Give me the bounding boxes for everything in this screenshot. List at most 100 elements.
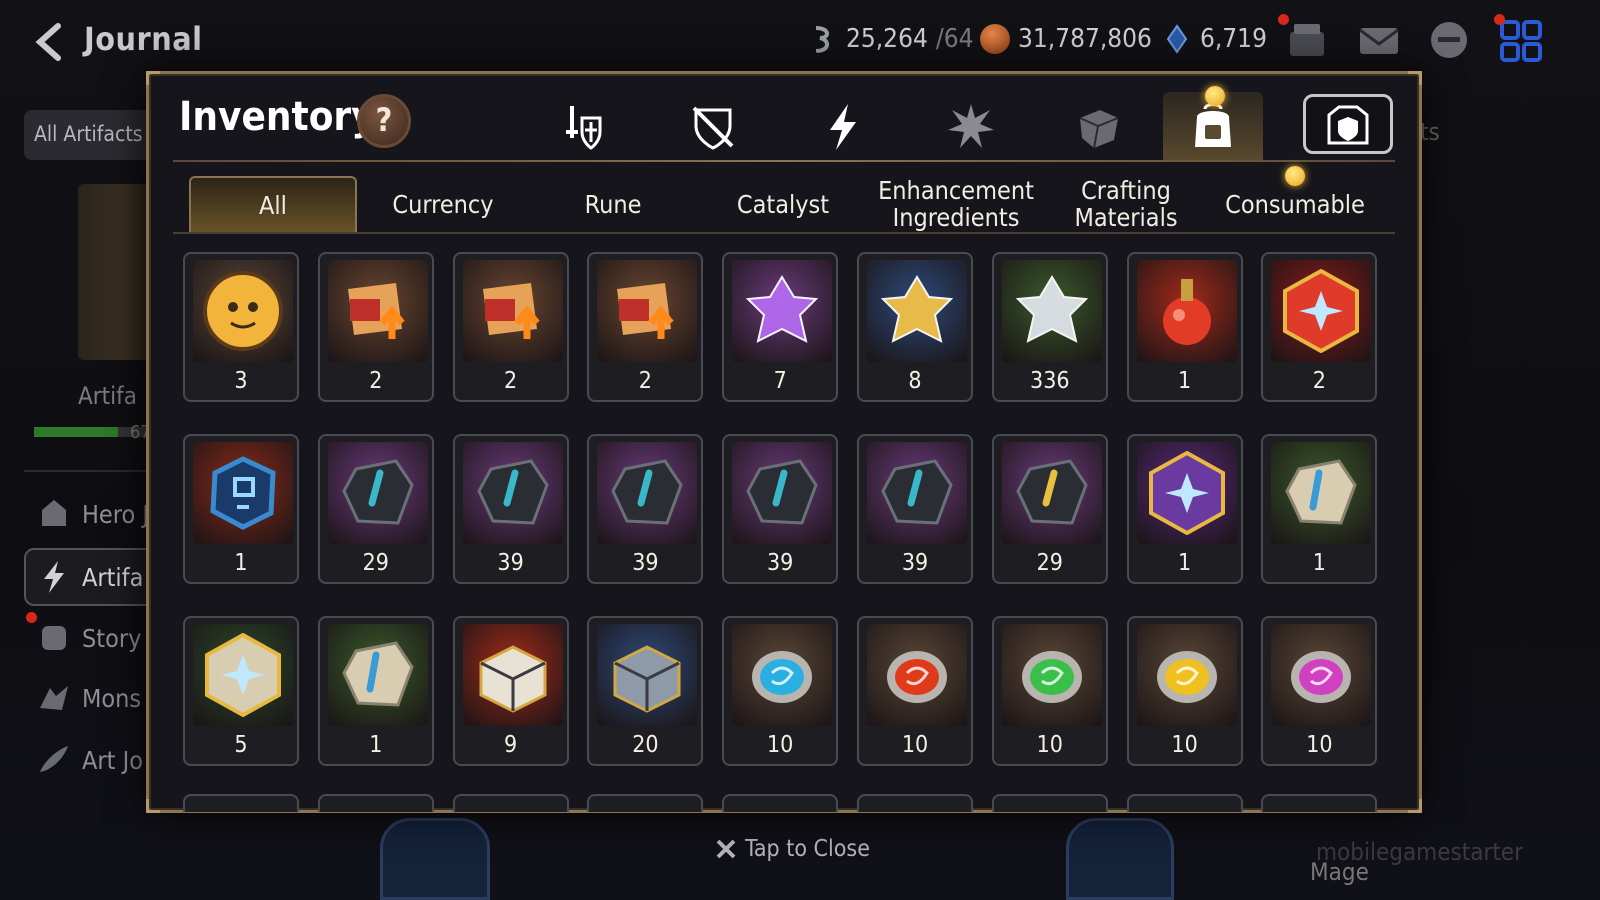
green-hex-stone-item	[193, 624, 293, 726]
red-gem-item	[1271, 260, 1372, 362]
cyan-orb-item	[732, 624, 833, 726]
chat-icon[interactable]	[1426, 18, 1472, 64]
inventory-slot[interactable]: 9	[452, 616, 569, 766]
silver-chest-item	[597, 624, 698, 726]
subtab-divider	[173, 232, 1395, 234]
stamina-icon	[815, 26, 829, 53]
inventory-slot[interactable]: 1	[1261, 434, 1378, 584]
stamina-value: 25,264	[846, 24, 928, 54]
sidebar-item-label: Story	[82, 623, 142, 653]
inventory-title: Inventory	[179, 94, 375, 140]
item-count: 2	[1312, 368, 1326, 394]
menu-grid-icon[interactable]	[1498, 18, 1544, 64]
gold-resource: 31,787,806	[980, 24, 1152, 54]
phantasma-item	[193, 260, 293, 362]
item-count: 39	[901, 550, 929, 576]
item-count: 1	[234, 550, 248, 576]
scroll-item	[597, 260, 698, 362]
inventory-slot[interactable]: 10	[991, 616, 1108, 766]
castle-shield-icon	[1327, 105, 1369, 145]
subtab-catalyst[interactable]: Catalyst	[707, 176, 859, 232]
inventory-slot-partial[interactable]	[587, 794, 704, 812]
sidebar-item-monster[interactable]: Mons	[36, 680, 141, 716]
inventory-slot[interactable]: 29	[317, 434, 434, 584]
rune-stone-item	[462, 442, 563, 544]
inventory-slot[interactable]: 2	[317, 252, 434, 402]
subtab-all[interactable]: All	[189, 176, 357, 232]
tab-artifacts[interactable]	[795, 92, 891, 162]
sidebar-item-label: Artifa	[82, 562, 144, 592]
dragon-icon	[40, 686, 68, 710]
item-count: 3	[234, 368, 248, 394]
stamina-resource: 25,264/64	[808, 24, 973, 54]
sidebar-item-label: Hero J	[82, 499, 149, 529]
inventory-slot-partial[interactable]	[1126, 794, 1243, 812]
help-button[interactable]: ?	[357, 94, 411, 148]
sidebar-item-hero[interactable]: Hero J	[36, 496, 149, 532]
tab-dice[interactable]	[1051, 92, 1147, 162]
green-orb-item	[1001, 624, 1102, 726]
inventory-slot[interactable]: 39	[857, 434, 973, 584]
inventory-slot[interactable]: 39	[452, 434, 569, 584]
inventory-slot[interactable]: 1	[1126, 434, 1243, 584]
tab-equipment[interactable]	[537, 92, 633, 162]
inventory-slot-partial[interactable]	[991, 794, 1108, 812]
subtab-currency[interactable]: Currency	[367, 176, 519, 232]
inventory-slot-partial[interactable]	[183, 794, 299, 812]
subtab-enhancement-ingredients[interactable]: Enhancement Ingredients	[871, 176, 1041, 232]
inventory-slot[interactable]: 10	[1261, 616, 1378, 766]
inventory-slot[interactable]: 10	[1126, 616, 1243, 766]
item-count: 5	[234, 732, 248, 758]
skystone-value: 6,719	[1200, 24, 1267, 54]
pink-orb-item	[1271, 624, 1372, 726]
inventory-slot[interactable]: 2	[452, 252, 569, 402]
pale-stone-item	[1271, 442, 1372, 544]
inventory-slot[interactable]: 1	[183, 434, 299, 584]
inventory-slot[interactable]: 3	[183, 252, 299, 402]
item-count: 20	[632, 732, 659, 758]
inventory-slot-partial[interactable]	[452, 794, 569, 812]
inventory-slot-partial[interactable]	[857, 794, 973, 812]
inventory-slot-partial[interactable]	[317, 794, 434, 812]
back-arrow-icon[interactable]	[28, 20, 72, 64]
gold-chest-item	[462, 624, 563, 726]
tab-castle[interactable]	[1303, 94, 1393, 154]
dice-icon	[1079, 110, 1119, 149]
subtab-crafting-materials[interactable]: Crafting Materials	[1051, 176, 1201, 232]
inventory-slot[interactable]: 29	[991, 434, 1108, 584]
pale-stone-item	[327, 624, 428, 726]
mail-icon[interactable]	[1356, 18, 1402, 64]
artifact-label: Artifa	[78, 382, 137, 410]
tap-to-close[interactable]: Tap to Close	[715, 836, 870, 862]
subtab-rune[interactable]: Rune	[537, 176, 689, 232]
inventory-slot[interactable]: 8	[857, 252, 973, 402]
item-count: 29	[1036, 550, 1063, 576]
inventory-slot[interactable]: 336	[991, 252, 1108, 402]
inventory-slot[interactable]: 39	[587, 434, 704, 584]
inventory-slot[interactable]: 20	[587, 616, 704, 766]
sidebar-item-story[interactable]: Story	[36, 620, 141, 656]
inventory-slot-partial[interactable]	[1261, 794, 1378, 812]
scroll-icon	[42, 626, 66, 650]
inventory-slot[interactable]: 39	[722, 434, 839, 584]
sidebar-item-art-journal[interactable]: Art Jo	[36, 742, 143, 778]
inventory-grid: 3 2 2 2 7 8 336 1 2 1 29 39 39 39 39 29 1 1 5 1 9 20 10 10 10 10 1…	[183, 252, 1383, 812]
inventory-slot[interactable]: 1	[1126, 252, 1243, 402]
background-artifact-image	[380, 818, 490, 900]
inventory-slot[interactable]: 2	[1261, 252, 1378, 402]
tab-spirit[interactable]	[923, 92, 1019, 162]
frame-corner	[146, 71, 160, 85]
rune-stone-item	[1001, 442, 1102, 544]
shop-icon[interactable]	[1284, 18, 1330, 64]
item-count: 10	[1036, 732, 1063, 758]
inventory-slot[interactable]: 7	[722, 252, 839, 402]
inventory-slot-partial[interactable]	[722, 794, 839, 812]
rune-stone-item	[597, 442, 698, 544]
inventory-slot[interactable]: 2	[587, 252, 704, 402]
inventory-slot[interactable]: 5	[183, 616, 299, 766]
background-artifact-image	[1066, 818, 1174, 900]
inventory-slot[interactable]: 10	[722, 616, 839, 766]
tab-disabled-equipment[interactable]	[665, 92, 761, 162]
inventory-slot[interactable]: 1	[317, 616, 434, 766]
inventory-slot[interactable]: 10	[857, 616, 973, 766]
